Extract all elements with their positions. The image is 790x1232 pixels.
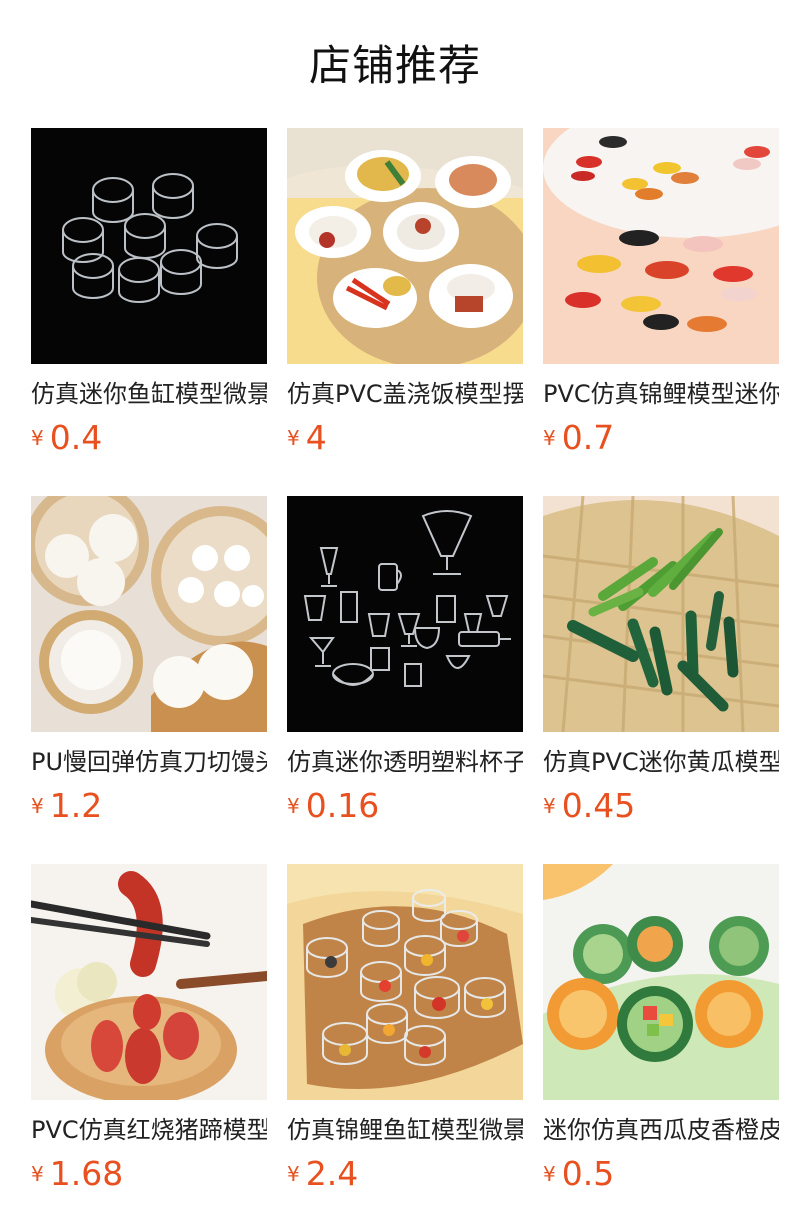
product-name[interactable]: 仿真PVC迷你黄瓜模型 <box>543 746 779 778</box>
product-card[interactable]: PU慢回弹仿真刀切馒头 ¥1.2 <box>31 496 267 836</box>
currency-symbol: ¥ <box>287 794 300 818</box>
price-amount: 0.5 <box>561 1154 615 1193</box>
product-card[interactable]: 迷你仿真西瓜皮香橙皮 ¥0.5 <box>543 864 779 1204</box>
currency-symbol: ¥ <box>31 1162 44 1186</box>
product-price: ¥0.4 <box>31 418 102 458</box>
product-name[interactable]: PVC仿真红烧猪蹄模型 <box>31 1114 267 1146</box>
product-name[interactable]: 仿真迷你鱼缸模型微景观 <box>31 378 267 410</box>
price-amount: 0.45 <box>561 786 636 825</box>
currency-symbol: ¥ <box>543 794 556 818</box>
product-card[interactable]: 仿真迷你鱼缸模型微景观 ¥0.4 <box>31 128 267 468</box>
price-amount: 0.7 <box>561 418 615 457</box>
product-price: ¥1.2 <box>31 786 102 826</box>
product-card[interactable]: PVC仿真红烧猪蹄模型 ¥1.68 <box>31 864 267 1204</box>
product-price: ¥0.45 <box>543 786 635 826</box>
product-price: ¥2.4 <box>287 1154 358 1194</box>
price-amount: 1.68 <box>49 1154 124 1193</box>
product-image[interactable] <box>543 128 779 364</box>
product-price: ¥1.68 <box>31 1154 123 1194</box>
product-card[interactable]: 仿真迷你透明塑料杯子 ¥0.16 <box>287 496 523 836</box>
currency-symbol: ¥ <box>287 426 300 450</box>
product-card[interactable]: 仿真PVC迷你黄瓜模型 ¥0.45 <box>543 496 779 836</box>
product-image[interactable] <box>31 128 267 364</box>
price-amount: 1.2 <box>49 786 103 825</box>
product-image[interactable] <box>287 864 523 1100</box>
price-amount: 4 <box>305 418 327 457</box>
product-card[interactable]: PVC仿真锦鲤模型迷你摆件 ¥0.7 <box>543 128 779 468</box>
product-image[interactable] <box>543 864 779 1100</box>
product-name[interactable]: 仿真锦鲤鱼缸模型微景观 <box>287 1114 523 1146</box>
product-name[interactable]: PU慢回弹仿真刀切馒头 <box>31 746 267 778</box>
page-title: 店铺推荐 <box>308 41 481 90</box>
currency-symbol: ¥ <box>31 426 44 450</box>
product-image[interactable] <box>543 496 779 732</box>
currency-symbol: ¥ <box>543 1162 556 1186</box>
product-image[interactable] <box>287 128 523 364</box>
product-price: ¥0.7 <box>543 418 614 458</box>
product-name[interactable]: 仿真PVC盖浇饭模型摆件 <box>287 378 523 410</box>
currency-symbol: ¥ <box>287 1162 300 1186</box>
product-price: ¥4 <box>287 418 327 458</box>
price-amount: 0.16 <box>305 786 380 825</box>
product-name[interactable]: PVC仿真锦鲤模型迷你摆件 <box>543 378 779 410</box>
product-image[interactable] <box>31 864 267 1100</box>
currency-symbol: ¥ <box>31 794 44 818</box>
product-card[interactable]: 仿真PVC盖浇饭模型摆件 ¥4 <box>287 128 523 468</box>
currency-symbol: ¥ <box>543 426 556 450</box>
product-price: ¥0.16 <box>287 786 379 826</box>
product-card[interactable]: 仿真锦鲤鱼缸模型微景观 ¥2.4 <box>287 864 523 1204</box>
product-image[interactable] <box>31 496 267 732</box>
product-name[interactable]: 仿真迷你透明塑料杯子 <box>287 746 523 778</box>
product-image[interactable] <box>287 496 523 732</box>
product-name[interactable]: 迷你仿真西瓜皮香橙皮 <box>543 1114 779 1146</box>
price-amount: 0.4 <box>49 418 103 457</box>
product-price: ¥0.5 <box>543 1154 614 1194</box>
price-amount: 2.4 <box>305 1154 359 1193</box>
